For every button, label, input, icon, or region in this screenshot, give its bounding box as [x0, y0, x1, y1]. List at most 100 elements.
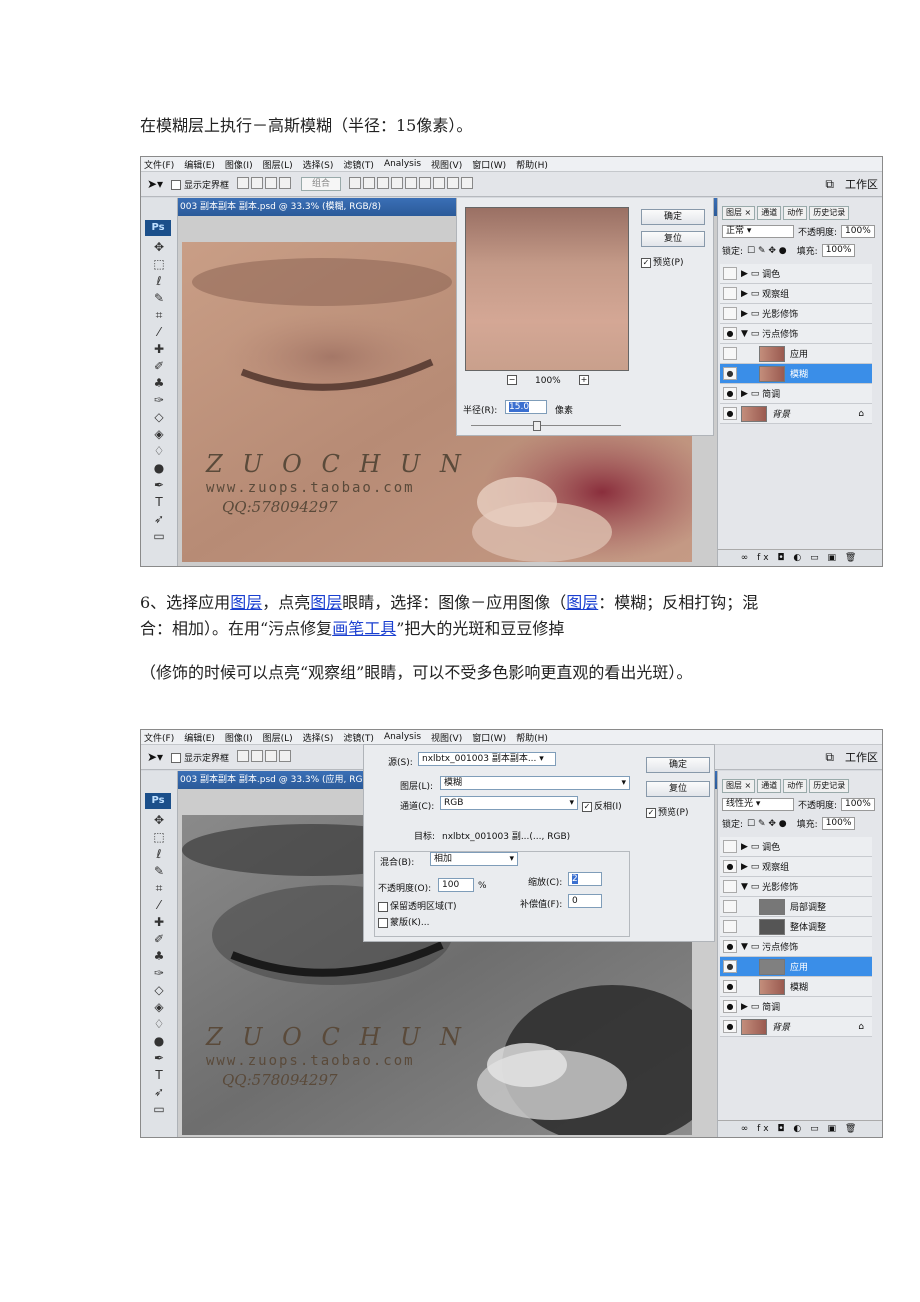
tab-channels[interactable]: 通道: [757, 779, 782, 793]
layer-group-color[interactable]: ▶ ▭ 调色: [720, 264, 872, 284]
layer-local-adjust[interactable]: 局部调整: [720, 897, 872, 917]
workspace-button[interactable]: 工作区: [845, 749, 878, 765]
menu-help[interactable]: 帮助(H): [516, 158, 548, 171]
type-icon[interactable]: T: [148, 495, 170, 510]
move-icon[interactable]: ✥: [148, 240, 170, 255]
eye-icon[interactable]: ●: [723, 940, 737, 953]
fill-input[interactable]: 100%: [821, 817, 856, 830]
lock-icons[interactable]: ☐ ✎ ✥ ●: [747, 246, 787, 256]
show-bounds-option[interactable]: 显示定界框: [171, 178, 229, 191]
tab-actions[interactable]: 动作: [783, 779, 808, 793]
show-bounds-checkbox[interactable]: [171, 180, 182, 190]
reset-button[interactable]: 复位: [646, 781, 710, 797]
opacity-input[interactable]: 100: [438, 878, 474, 892]
move-tool-icon[interactable]: ➤▾: [147, 750, 163, 764]
layer-group-tone[interactable]: ● ▶ ▭ 简调: [720, 997, 872, 1017]
healing-icon[interactable]: ✚: [148, 342, 170, 357]
menu-analysis[interactable]: Analysis: [384, 159, 421, 169]
shape-icon[interactable]: ▭: [148, 1102, 170, 1117]
invert-checkbox[interactable]: ✓: [582, 801, 592, 812]
blur-icon[interactable]: ♢: [148, 444, 170, 459]
visibility-toggle[interactable]: [723, 840, 737, 853]
type-icon[interactable]: T: [148, 1068, 170, 1083]
opacity-input[interactable]: 100%: [841, 798, 875, 811]
stamp-icon[interactable]: ♣: [148, 376, 170, 391]
dodge-icon[interactable]: ●: [148, 1034, 170, 1049]
scale-input[interactable]: 2: [568, 872, 602, 886]
marquee-icon[interactable]: ⬚: [148, 830, 170, 845]
stamp-icon[interactable]: ♣: [148, 949, 170, 964]
lasso-icon[interactable]: ℓ: [148, 274, 170, 289]
menu-window[interactable]: 窗口(W): [472, 158, 506, 171]
menu-edit[interactable]: 编辑(E): [184, 158, 215, 171]
eye-icon[interactable]: ●: [723, 1020, 737, 1033]
fill-input[interactable]: 100%: [821, 244, 856, 257]
path-select-icon[interactable]: ➶: [148, 512, 170, 527]
link-brush-tool[interactable]: 画笔工具: [332, 619, 396, 638]
eye-icon[interactable]: ●: [723, 367, 737, 380]
layer-group-color[interactable]: ▶ ▭ 调色: [720, 837, 872, 857]
eraser-icon[interactable]: ◇: [148, 410, 170, 425]
layer-group-spot[interactable]: ● ▼ ▭ 污点修饰: [720, 324, 872, 344]
eye-icon[interactable]: ●: [723, 327, 737, 340]
layer-group-light[interactable]: ▶ ▭ 光影修饰: [720, 304, 872, 324]
tab-layers[interactable]: 图层 ×: [722, 206, 756, 220]
invert-option[interactable]: ✓ 反相(I): [582, 799, 622, 812]
bucket-icon[interactable]: ◈: [148, 427, 170, 442]
combine-button[interactable]: 组合: [300, 177, 341, 191]
reset-button[interactable]: 复位: [641, 231, 705, 247]
healing-icon[interactable]: ✚: [148, 915, 170, 930]
show-bounds-checkbox[interactable]: [171, 753, 182, 763]
tab-history[interactable]: 历史记录: [809, 206, 850, 220]
menu-analysis[interactable]: Analysis: [384, 732, 421, 742]
eye-icon[interactable]: ●: [723, 387, 737, 400]
layer-group-observe[interactable]: ● ▶ ▭ 观察组: [720, 857, 872, 877]
layers-footer-icons[interactable]: ∞ fx ◘ ◐ ▭ ▣ 🗑: [718, 1120, 882, 1137]
radius-input[interactable]: 15.0: [505, 400, 547, 414]
move-icon[interactable]: ✥: [148, 813, 170, 828]
menu-image[interactable]: 图像(I): [225, 731, 253, 744]
layer-global-adjust[interactable]: 整体调整: [720, 917, 872, 937]
blur-icon[interactable]: ♢: [148, 1017, 170, 1032]
layer-apply[interactable]: 应用: [720, 344, 872, 364]
offset-input[interactable]: 0: [568, 894, 602, 908]
history-brush-icon[interactable]: ✑: [148, 393, 170, 408]
bridge-icon[interactable]: ⧉: [825, 750, 834, 765]
brush-icon[interactable]: ✐: [148, 359, 170, 374]
menu-filter[interactable]: 滤镜(T): [343, 158, 374, 171]
brush-icon[interactable]: ✐: [148, 932, 170, 947]
radius-slider-thumb[interactable]: [533, 421, 541, 431]
tab-channels[interactable]: 通道: [757, 206, 782, 220]
eyedropper-icon[interactable]: ⁄: [148, 898, 170, 913]
eraser-icon[interactable]: ◇: [148, 983, 170, 998]
tab-layers[interactable]: 图层 ×: [722, 779, 756, 793]
layer-group-observe[interactable]: ▶ ▭ 观察组: [720, 284, 872, 304]
menu-select[interactable]: 选择(S): [303, 158, 334, 171]
eye-icon[interactable]: ●: [723, 960, 737, 973]
channel-select[interactable]: RGB ▾: [440, 796, 578, 810]
tab-actions[interactable]: 动作: [783, 206, 808, 220]
menu-layer[interactable]: 图层(L): [263, 158, 293, 171]
visibility-toggle[interactable]: [723, 900, 737, 913]
preview-option[interactable]: ✓ 预览(P): [646, 805, 688, 818]
quick-select-icon[interactable]: ✎: [148, 864, 170, 879]
eye-icon[interactable]: ●: [723, 860, 737, 873]
layer-group-spot[interactable]: ● ▼ ▭ 污点修饰: [720, 937, 872, 957]
blend-select[interactable]: 相加 ▾: [430, 852, 518, 866]
mask-option[interactable]: 蒙版(K)...: [378, 915, 430, 928]
link-layer-3[interactable]: 图层: [566, 593, 598, 612]
layer-background[interactable]: ● 背景 ⌂: [720, 404, 872, 424]
link-layer-1[interactable]: 图层: [230, 593, 262, 612]
eyedropper-icon[interactable]: ⁄: [148, 325, 170, 340]
preview-checkbox[interactable]: ✓: [646, 807, 656, 818]
lock-icons[interactable]: ☐ ✎ ✥ ●: [747, 819, 787, 829]
history-brush-icon[interactable]: ✑: [148, 966, 170, 981]
zoom-in-button[interactable]: +: [579, 375, 589, 385]
blend-mode-select[interactable]: 线性光 ▾: [722, 798, 794, 811]
move-tool-icon[interactable]: ➤▾: [147, 177, 163, 191]
visibility-toggle[interactable]: [723, 920, 737, 933]
pen-icon[interactable]: ✒: [148, 1051, 170, 1066]
crop-icon[interactable]: ⌗: [148, 308, 170, 323]
blend-mode-select[interactable]: 正常 ▾: [722, 225, 794, 238]
menu-image[interactable]: 图像(I): [225, 158, 253, 171]
